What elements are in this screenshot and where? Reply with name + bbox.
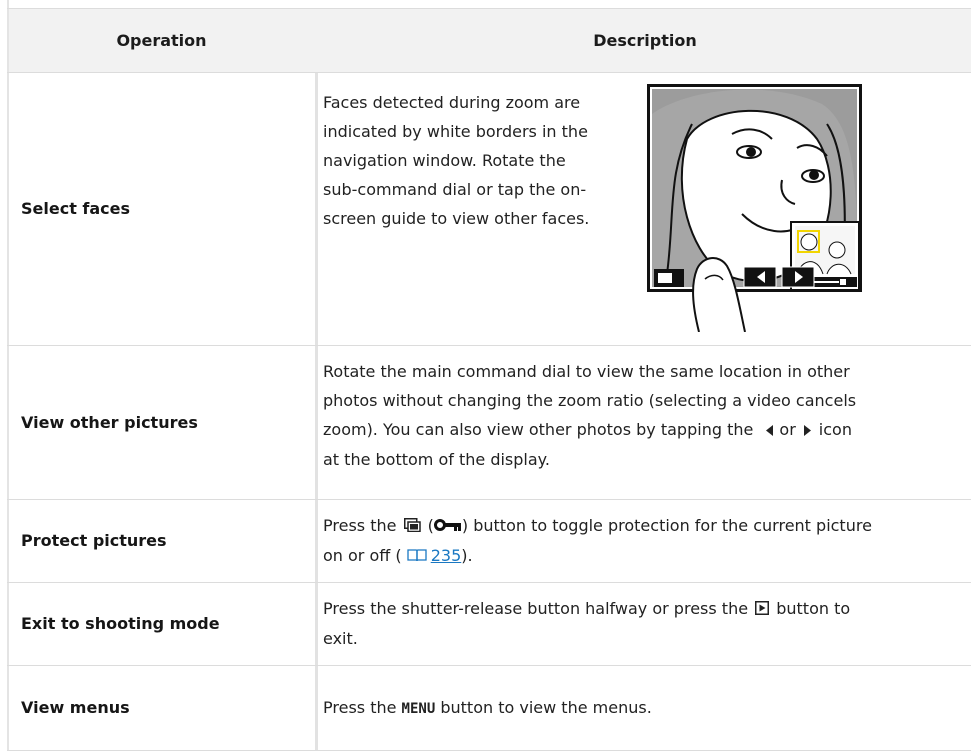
text-segment: Press the shutter-release button halfway… <box>323 599 749 618</box>
text-segment: on or off ( <box>323 546 402 565</box>
operation-exit-to-shooting-mode: Exit to shooting mode <box>21 614 220 633</box>
text-segment: icon <box>818 420 852 439</box>
page-number: 235 <box>430 546 462 565</box>
description-protect-pictures: Press the () button to toggle protection… <box>323 511 968 571</box>
description-line: indicated by white borders in the <box>323 122 588 141</box>
text-segment: ). <box>461 546 473 565</box>
table-header: Operation Description <box>7 8 971 72</box>
operations-table: Operation Description Select faces Faces… <box>7 0 971 751</box>
operation-select-faces: Select faces <box>21 199 131 218</box>
text-segment: Press the <box>323 698 397 717</box>
camera-screen-illustration <box>647 84 864 333</box>
menu-button-label: MENU <box>401 701 436 717</box>
operation-protect-pictures: Protect pictures <box>21 531 167 550</box>
left-triangle-icon <box>766 416 774 445</box>
description-line: zoom). You can also view other photos by… <box>323 415 963 445</box>
text-segment: button to <box>776 599 851 618</box>
text-segment: button to view the menus. <box>440 698 652 717</box>
text-segment: or <box>779 420 796 439</box>
operation-view-menus: View menus <box>21 698 130 717</box>
text-segment: Press the <box>323 516 397 535</box>
protect-button-icon <box>403 512 421 541</box>
description-line: photos without changing the zoom ratio (… <box>323 391 857 410</box>
description-line: Press the () button to toggle protection… <box>323 511 968 541</box>
description-view-other-pictures: Rotate the main command dial to view the… <box>323 357 963 474</box>
description-line: exit. <box>323 629 358 648</box>
description-select-faces: Faces detected during zoom are indicated… <box>323 88 643 233</box>
description-line: navigation window. Rotate the <box>323 151 566 170</box>
description-line: Faces detected during zoom are <box>323 93 581 112</box>
right-triangle-icon <box>803 416 811 445</box>
row-divider <box>7 665 971 666</box>
playback-button-icon <box>755 595 770 624</box>
header-description: Description <box>593 30 697 50</box>
description-line: at the bottom of the display. <box>323 450 550 469</box>
description-line: Rotate the main command dial to view the… <box>323 362 850 381</box>
description-line: Press the shutter-release button halfway… <box>323 594 968 624</box>
table-left-border <box>7 0 9 751</box>
row-divider <box>7 8 971 9</box>
description-line: on or off ( 235). <box>323 541 968 571</box>
column-divider <box>315 72 318 751</box>
page-reference-link[interactable]: 235 <box>407 546 462 565</box>
text-segment: zoom). You can also view other photos by… <box>323 420 754 439</box>
description-line: screen guide to view other faces. <box>323 209 590 228</box>
description-exit-to-shooting-mode: Press the shutter-release button halfway… <box>323 594 968 653</box>
row-divider <box>7 72 971 73</box>
header-operation: Operation <box>116 30 207 50</box>
operation-view-other-pictures: View other pictures <box>21 412 198 432</box>
description-line: Press the MENU button to view the menus. <box>323 693 968 724</box>
text-segment: ) button to toggle protection for the cu… <box>461 516 872 535</box>
description-view-menus: Press the MENU button to view the menus. <box>323 693 968 724</box>
description-line: sub-command dial or tap the on- <box>323 180 587 199</box>
book-icon <box>407 542 427 571</box>
key-icon <box>433 512 462 541</box>
